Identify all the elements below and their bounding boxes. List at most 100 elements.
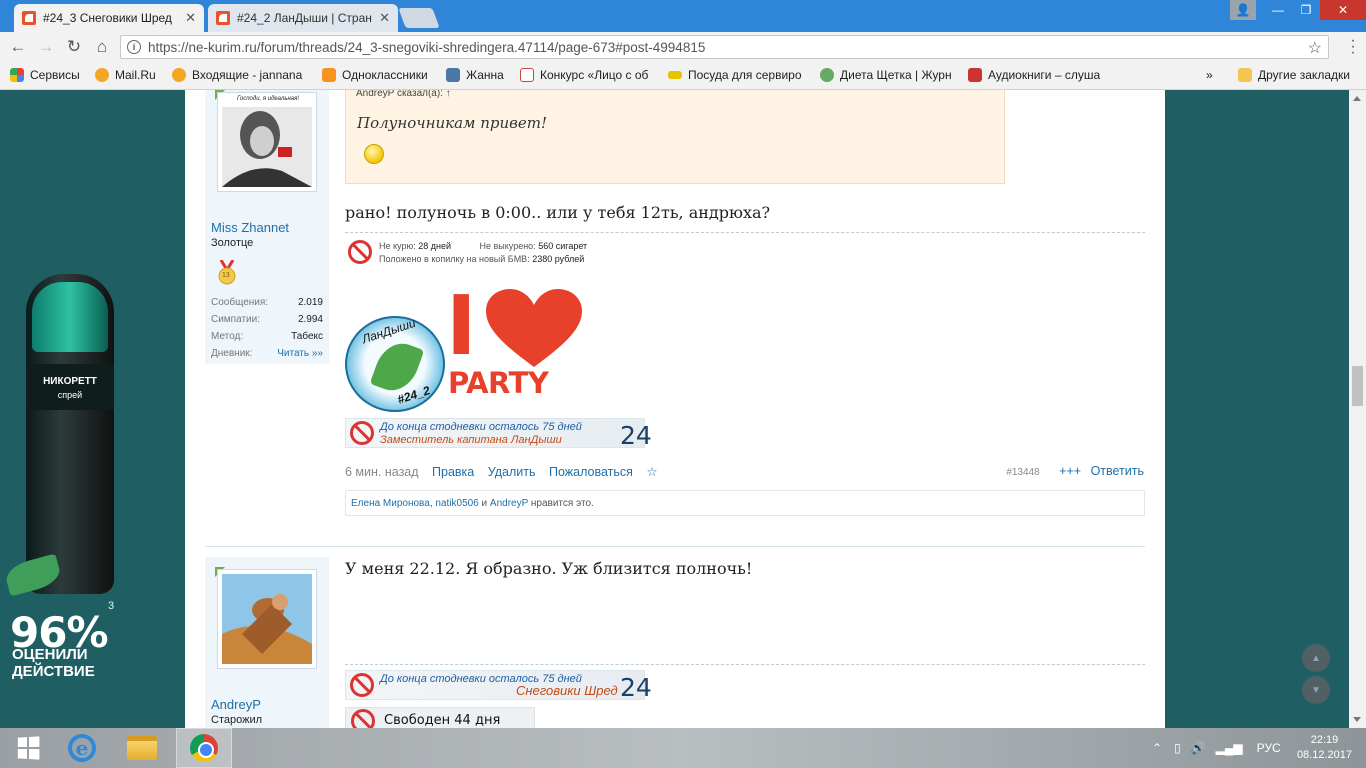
start-button[interactable] xyxy=(0,728,56,768)
avatar-image xyxy=(222,574,312,664)
reply-link[interactable]: Ответить xyxy=(1091,464,1144,478)
smoke-row-2: Положено в копилку на новый БМВ: 2380 ру… xyxy=(379,254,585,264)
other-bookmarks[interactable]: Другие закладки xyxy=(1238,68,1350,82)
advertisement-banner[interactable]: НИКОРЕТТ спрей 96% 3 ОЦЕНИЛИ ДЕЙСТВИЕ xyxy=(0,90,185,728)
stat-value: 2.019 xyxy=(297,297,323,308)
bookmark-apps[interactable]: Сервисы xyxy=(10,68,80,82)
username-link[interactable]: Miss Zhannet xyxy=(211,220,289,235)
browser-toolbar: ← → ↻ ⌂ i https://ne-kurim.ru/forum/thre… xyxy=(0,32,1366,62)
stat-key: Дневник: xyxy=(211,348,253,359)
scroll-down-button[interactable]: ▼ xyxy=(1302,676,1330,704)
smoke-counter: Не курю: 28 дней Не выкурено: 560 сигаре… xyxy=(345,234,645,270)
free-days-text: Свободен 44 дня xyxy=(384,713,501,728)
bookmarks-overflow[interactable]: » xyxy=(1206,68,1213,82)
browser-titlebar: #24_3 Снеговики Шред ✕ #24_2 ЛанДыши | С… xyxy=(0,0,1366,32)
bookmark-label: Диета Щетка | Журн xyxy=(840,68,952,82)
like-user[interactable]: Елена Миронова xyxy=(351,498,430,509)
internet-explorer-icon: e xyxy=(68,734,96,762)
close-tab-icon[interactable]: ✕ xyxy=(185,10,196,26)
language-indicator[interactable]: РУС xyxy=(1257,741,1281,755)
signature-line-2: Снеговики Шред xyxy=(516,683,618,698)
bookmark-vk[interactable]: Жанна xyxy=(446,68,504,82)
bookmark-odnoklassniki[interactable]: Одноклассники xyxy=(322,68,428,82)
address-bar[interactable]: i https://ne-kurim.ru/forum/threads/24_3… xyxy=(120,35,1329,59)
likes-tail: нравится это. xyxy=(528,498,594,509)
tray-expand-icon[interactable]: ⌃ xyxy=(1152,741,1162,755)
scroll-up-button[interactable]: ▲ xyxy=(1302,644,1330,672)
bookmark-contest[interactable]: Конкурс «Лицо с об xyxy=(520,68,658,82)
quote-author[interactable]: AndreyP сказал(а): ↑ xyxy=(356,90,451,99)
scroll-down-arrow-icon[interactable] xyxy=(1353,717,1361,722)
bookmarks-more-label: » xyxy=(1206,68,1213,82)
bookmark-audiobooks[interactable]: Аудиокниги – слуша xyxy=(968,68,1104,82)
bookmark-inbox[interactable]: Входящие - jannana xyxy=(172,68,304,82)
diary-read-link[interactable]: Читать »» xyxy=(277,348,323,359)
stat-value: 2.994 xyxy=(297,314,323,325)
chrome-icon xyxy=(190,734,218,762)
post-meta: 6 мин. назад Правка Удалить Пожаловаться… xyxy=(345,464,668,479)
post-number[interactable]: #13448 xyxy=(1006,467,1039,478)
mail-icon xyxy=(172,68,186,82)
post-separator xyxy=(205,546,1145,547)
bookmarks-bar: Сервисы Mail.Ru Входящие - jannana Однок… xyxy=(0,62,1366,90)
tab-title: #24_3 Снеговики Шред xyxy=(43,11,172,25)
bookmark-label: Mail.Ru xyxy=(115,68,156,82)
edit-link[interactable]: Правка xyxy=(432,465,474,479)
dishes-icon xyxy=(668,71,682,79)
back-arrow-icon[interactable]: ← xyxy=(8,37,28,57)
team-logo: ЛанДыши #24_2 xyxy=(345,316,445,412)
no-smoking-icon xyxy=(348,240,372,264)
like-user[interactable]: natik0506 xyxy=(435,498,478,509)
taskbar-chrome[interactable] xyxy=(176,728,232,768)
network-icon[interactable]: ▂▄▆ xyxy=(1216,741,1243,755)
web-page: НИКОРЕТТ спрей 96% 3 ОЦЕНИЛИ ДЕЙСТВИЕ Го… xyxy=(0,90,1366,728)
username-link[interactable]: AndreyP xyxy=(211,697,261,712)
avatar[interactable]: Господи, я идеальная! xyxy=(217,92,317,192)
system-tray: ⌃ ▯ 🔊 ▂▄▆ РУС xyxy=(1152,728,1281,768)
home-icon[interactable]: ⌂ xyxy=(92,37,112,57)
audiobooks-icon xyxy=(968,68,982,82)
clock[interactable]: 22:19 08.12.2017 xyxy=(1297,733,1352,763)
site-favicon-icon xyxy=(22,11,36,25)
plus-link[interactable]: +++ xyxy=(1059,464,1081,478)
scrollbar-thumb[interactable] xyxy=(1352,366,1363,406)
reload-icon[interactable]: ↻ xyxy=(64,37,84,57)
page-scrollbar[interactable] xyxy=(1349,90,1366,728)
signature-line-2: Заместитель капитана ЛанДыши xyxy=(380,434,562,446)
spray-bottle-image xyxy=(26,274,114,594)
avatar[interactable] xyxy=(217,569,317,669)
contest-icon xyxy=(520,68,534,82)
delete-link[interactable]: Удалить xyxy=(488,465,536,479)
post-time[interactable]: 6 мин. назад xyxy=(345,465,419,479)
scroll-up-arrow-icon[interactable] xyxy=(1353,96,1361,101)
user-title: Старожил xyxy=(211,714,263,726)
bookmark-diet[interactable]: Диета Щетка | Журн xyxy=(820,68,954,82)
close-tab-icon[interactable]: ✕ xyxy=(379,10,390,26)
info-icon[interactable]: i xyxy=(127,40,141,54)
tab-inactive[interactable]: #24_2 ЛанДыши | Стран ✕ xyxy=(208,4,398,32)
forward-arrow-icon[interactable]: → xyxy=(36,37,56,57)
new-tab-button[interactable] xyxy=(398,8,440,28)
favorite-star-icon[interactable]: ☆ xyxy=(646,465,657,479)
bookmark-star-icon[interactable]: ☆ xyxy=(1308,38,1322,58)
report-link[interactable]: Пожаловаться xyxy=(549,465,633,479)
volume-icon[interactable]: 🔊 xyxy=(1191,741,1206,755)
bookmark-dishes[interactable]: Посуда для сервиро xyxy=(668,68,804,82)
post-user-info: Господи, я идеальная! Miss Zhannet Золот… xyxy=(205,90,329,364)
no-smoking-icon xyxy=(350,421,374,445)
like-user[interactable]: AndreyP xyxy=(490,498,528,509)
user-profile-icon[interactable]: 👤 xyxy=(1230,0,1256,20)
smiley-icon xyxy=(364,144,384,164)
close-window-icon[interactable]: ✕ xyxy=(1320,0,1366,20)
restore-icon[interactable]: ❐ xyxy=(1292,0,1320,20)
taskbar-explorer[interactable] xyxy=(114,728,170,768)
bookmark-mailru[interactable]: Mail.Ru xyxy=(95,68,156,82)
tab-active[interactable]: #24_3 Снеговики Шред ✕ xyxy=(14,4,204,32)
quote-block: AndreyP сказал(а): ↑ Полуночникам привет… xyxy=(345,90,1005,184)
folder-icon xyxy=(1238,68,1252,82)
ok-icon xyxy=(322,68,336,82)
menu-dots-icon[interactable]: · · · xyxy=(1348,33,1358,61)
taskbar-ie[interactable]: e xyxy=(54,728,110,768)
minimize-icon[interactable]: — xyxy=(1264,0,1292,20)
battery-icon[interactable]: ▯ xyxy=(1174,741,1181,755)
